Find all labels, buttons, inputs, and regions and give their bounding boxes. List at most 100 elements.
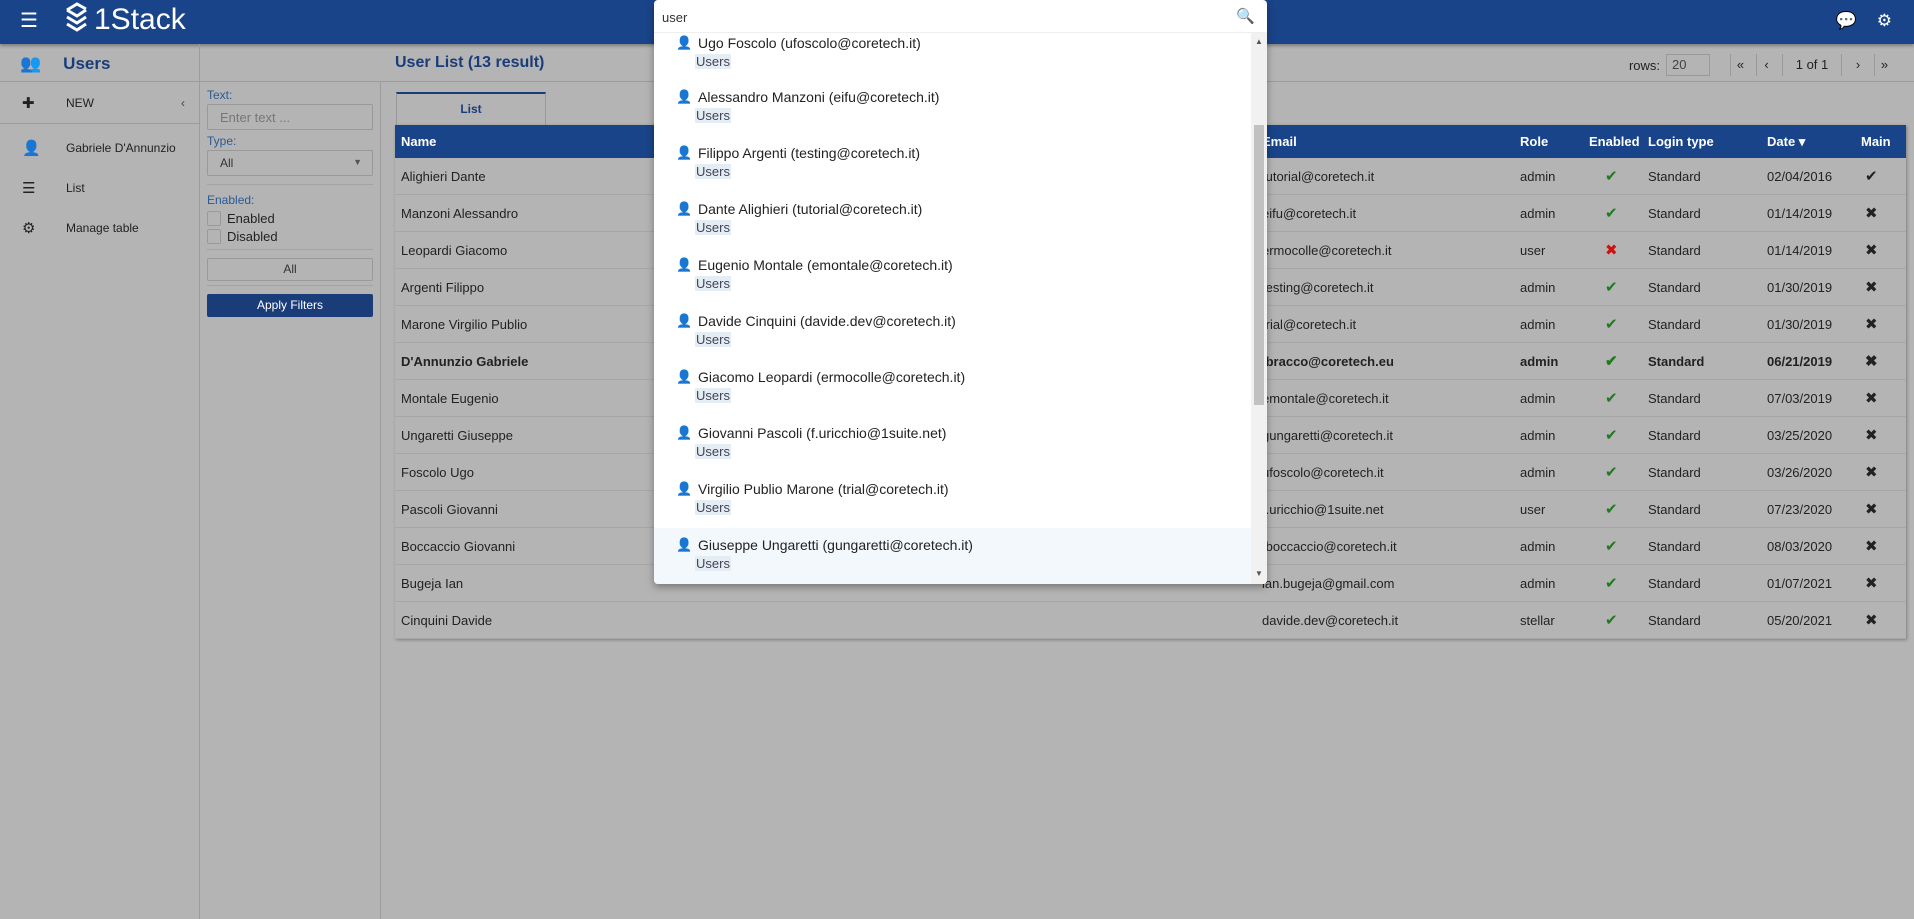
cell-login-type: Standard	[1648, 538, 1701, 554]
search-result-item[interactable]: 👤 Giuseppe Ungaretti (gungaretti@coretech…	[654, 528, 1251, 584]
cell-login-type: Standard	[1648, 575, 1701, 591]
scroll-up-icon[interactable]: ▲	[1255, 37, 1263, 46]
scroll-down-icon[interactable]: ▼	[1255, 569, 1263, 578]
rows-input[interactable]: 20	[1666, 54, 1710, 76]
result-title: Filippo Argenti (testing@coretech.it)	[698, 145, 920, 161]
hamburger-menu-icon[interactable]: ☰	[20, 11, 38, 31]
cell-name: Marone Virgilio Publio	[401, 316, 528, 332]
user-icon: 👤	[676, 481, 693, 496]
apply-filters-button[interactable]: Apply Filters	[207, 294, 373, 317]
cell-role: user	[1520, 242, 1546, 258]
cross-icon: ✖	[1865, 279, 1878, 296]
cross-icon: ✖	[1865, 427, 1878, 444]
check-icon: ✔	[1605, 279, 1618, 296]
stack-logo-icon	[66, 2, 87, 32]
prev-page-button[interactable]: ‹	[1756, 54, 1776, 76]
first-page-button[interactable]: «	[1730, 54, 1750, 76]
tab-list[interactable]: List	[396, 92, 546, 125]
user-icon: 👤	[676, 425, 693, 440]
scrollbar-thumb[interactable]	[1254, 125, 1264, 405]
result-title: Giacomo Leopardi (ermocolle@coretech.it)	[698, 369, 966, 385]
sidebar-item-user[interactable]: 👤 Gabriele D'Annunzio	[0, 128, 199, 168]
last-page-button[interactable]: »	[1874, 54, 1894, 76]
cross-icon: ✖	[1865, 353, 1878, 370]
cell-date: 02/04/2016	[1767, 168, 1833, 184]
cell-role: admin	[1520, 427, 1556, 443]
search-result-item[interactable]: 👤 Dante Alighieri (tutorial@coretech.it) U…	[654, 192, 1251, 248]
cell-login-type: Standard	[1648, 501, 1701, 517]
search-result-item[interactable]: 👤 Ugo Foscolo (ufoscolo@coretech.it) Users	[654, 33, 1251, 80]
search-result-item[interactable]: 👤 Davide Cinquini (davide.dev@coretech.it…	[654, 304, 1251, 360]
user-icon: 👤	[676, 369, 693, 384]
user-icon: 👤	[676, 89, 693, 104]
cell-role: admin	[1520, 205, 1556, 221]
chat-icon[interactable]: 💬	[1836, 11, 1857, 31]
global-search-input[interactable]: user 🔍	[654, 0, 1267, 33]
enabled-checkbox[interactable]: Enabled	[207, 209, 373, 227]
disabled-checkbox[interactable]: Disabled	[207, 227, 373, 245]
search-result-item[interactable]: 👤 Filippo Argenti (testing@coretech.it) Us…	[654, 136, 1251, 192]
result-category: Users	[695, 556, 731, 571]
search-result-item[interactable]: 👤 Giovanni Pascoli (f.uricchio@1suite.net…	[654, 416, 1251, 472]
cell-date: 01/30/2019	[1767, 316, 1833, 332]
cell-name: Argenti Filippo	[401, 279, 485, 295]
gear-icon[interactable]: ⚙	[1877, 11, 1892, 31]
column-main[interactable]: Main	[1861, 134, 1891, 149]
check-icon: ✔	[1605, 427, 1618, 444]
cell-email: gungaretti@coretech.it	[1262, 427, 1393, 443]
chevron-left-icon[interactable]: ‹	[181, 96, 185, 110]
user-icon: 👤	[676, 257, 693, 272]
column-login-type[interactable]: Login type	[1648, 134, 1714, 149]
cell-role: admin	[1520, 279, 1556, 295]
sidebar-item-list[interactable]: ☰ List	[0, 168, 199, 208]
cell-role: admin	[1520, 353, 1559, 369]
cell-date: 05/20/2021	[1767, 612, 1833, 628]
user-icon: 👤	[22, 140, 41, 157]
check-icon: ✔	[1605, 205, 1618, 222]
page-info: 1 of 1	[1782, 54, 1842, 76]
result-category: Users	[695, 444, 731, 459]
search-result-item[interactable]: 👤 Eugenio Montale (emontale@coretech.it) U…	[654, 248, 1251, 304]
all-button[interactable]: All	[207, 258, 373, 281]
next-page-button[interactable]: ›	[1848, 54, 1868, 76]
search-result-item[interactable]: 👤 Giacomo Leopardi (ermocolle@coretech.it…	[654, 360, 1251, 416]
cell-name: Alighieri Dante	[401, 168, 486, 184]
text-filter-label: Text:	[207, 88, 233, 102]
cell-date: 03/26/2020	[1767, 464, 1833, 480]
cell-date: 08/03/2020	[1767, 538, 1833, 554]
check-icon: ✔	[1605, 538, 1618, 555]
table-row[interactable]: Cinquini Davide davide.dev@coretech.it s…	[395, 602, 1906, 639]
type-filter-label: Type:	[207, 134, 237, 148]
cell-role: admin	[1520, 575, 1556, 591]
type-select-value: All	[220, 156, 234, 170]
search-icon[interactable]: 🔍	[1236, 7, 1255, 25]
sidebar-item-label: Manage table	[66, 221, 139, 235]
sidebar-item-new[interactable]: ✚ NEW ‹	[0, 82, 199, 124]
logo[interactable]: 1Stack	[64, 2, 186, 38]
column-date[interactable]: Date ▾	[1767, 134, 1805, 150]
sidebar-item-manage-table[interactable]: ⚙ Manage table	[0, 208, 199, 248]
search-result-item[interactable]: 👤 Virgilio Publio Marone (trial@coretech.…	[654, 472, 1251, 528]
cell-date: 07/03/2019	[1767, 390, 1833, 406]
dropdown-scrollbar[interactable]: ▲ ▼	[1251, 33, 1267, 584]
search-result-item[interactable]: 👤 Alessandro Manzoni (eifu@coretech.it) Us…	[654, 80, 1251, 136]
divider	[380, 82, 381, 919]
section-title: Users	[63, 54, 111, 73]
cell-login-type: Standard	[1648, 168, 1701, 184]
cross-icon: ✖	[1865, 242, 1878, 259]
type-select[interactable]: All ▼	[207, 150, 373, 176]
cell-login-type: Standard	[1648, 390, 1701, 406]
column-role[interactable]: Role	[1520, 134, 1548, 149]
cell-name: Pascoli Giovanni	[401, 501, 498, 517]
user-icon: 👤	[676, 201, 693, 216]
column-name[interactable]: Name	[401, 134, 436, 149]
check-icon: ✔	[1865, 168, 1878, 185]
user-icon: 👤	[676, 145, 693, 160]
cross-icon: ✖	[1865, 205, 1878, 222]
column-email[interactable]: Email	[1262, 134, 1297, 149]
cross-icon: ✖	[1865, 538, 1878, 555]
text-filter-input[interactable]: Enter text ...	[207, 104, 373, 130]
column-enabled[interactable]: Enabled	[1589, 134, 1640, 149]
result-category: Users	[695, 164, 731, 179]
cross-icon: ✖	[1865, 390, 1878, 407]
